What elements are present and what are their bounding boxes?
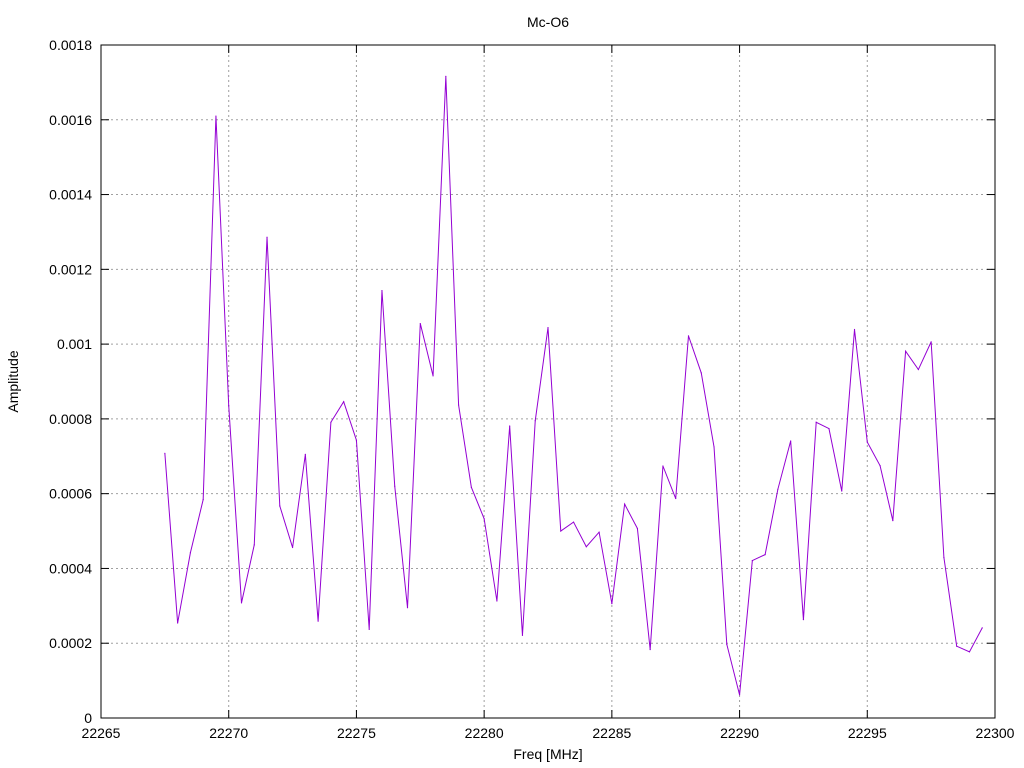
data-point: [636, 527, 639, 530]
chart-title: Mc-O6: [527, 14, 569, 30]
data-point: [304, 453, 306, 456]
data-point: [368, 628, 370, 630]
x-tick-label: 22265: [82, 725, 121, 741]
data-point: [521, 634, 524, 636]
data-point: [815, 421, 817, 423]
x-tick-label: 22290: [720, 725, 759, 741]
data-point: [968, 651, 971, 653]
x-axis-title: Freq [MHz]: [513, 746, 582, 762]
data-point: [291, 546, 294, 549]
y-tick-label: 0.0008: [49, 411, 92, 427]
data-point: [675, 497, 677, 500]
data-point: [470, 486, 472, 488]
y-tick-label: 0.0012: [49, 261, 92, 277]
data-point: [777, 488, 779, 490]
x-tick-label: 22300: [976, 725, 1015, 741]
data-point: [649, 648, 651, 651]
data-point: [509, 425, 511, 427]
data-point: [764, 554, 766, 556]
x-tick-label: 22270: [209, 725, 248, 741]
line-chart-svg: 22265 22270 22275 22280 22285 22290 22295 22300…: [5, 14, 1015, 762]
y-tick-label: 0.0014: [49, 187, 92, 203]
y-tick-label: 0.0016: [49, 112, 92, 128]
data-point: [483, 518, 485, 520]
data-point: [240, 602, 243, 604]
data-point: [802, 619, 805, 621]
data-point: [560, 530, 562, 532]
data-point: [930, 341, 932, 343]
data-point: [394, 485, 396, 487]
series-layer: [164, 75, 983, 696]
data-point: [355, 439, 358, 441]
data-point: [458, 404, 460, 406]
data-point: [406, 607, 409, 609]
data-point: [317, 620, 319, 622]
data-point: [687, 335, 690, 337]
x-tick-label: 22280: [465, 725, 504, 741]
y-tick-label: 0.001: [57, 336, 92, 352]
y-axis-title: Amplitude: [5, 350, 21, 412]
data-point: [738, 694, 741, 696]
data-point: [547, 327, 549, 329]
chart: 22265 22270 22275 22280 22285 22290 22295 22300…: [0, 0, 1024, 768]
data-point: [202, 499, 204, 501]
data-point: [266, 236, 268, 238]
data-point: [419, 322, 421, 325]
data-point: [343, 401, 345, 403]
data-point: [841, 490, 843, 492]
data-point: [853, 328, 856, 331]
x-tick-label: 22275: [337, 725, 376, 741]
data-point: [892, 519, 894, 522]
data-point: [624, 503, 626, 505]
data-point: [905, 350, 907, 352]
y-tick-label: 0.0006: [49, 486, 92, 502]
data-point: [253, 544, 255, 546]
data-point: [713, 446, 715, 448]
data-point: [381, 290, 383, 292]
data-point: [585, 546, 587, 548]
data-point: [177, 622, 179, 624]
data-point: [611, 602, 613, 605]
y-tick-label: 0: [84, 710, 92, 726]
data-point: [956, 645, 958, 647]
data-point: [790, 440, 792, 442]
data-point: [879, 465, 881, 467]
series-line: [164, 76, 983, 695]
data-point: [866, 441, 868, 443]
data-point: [572, 521, 575, 523]
x-tick-label: 22285: [592, 725, 631, 741]
data-point: [981, 627, 983, 629]
y-tick-label: 0.0004: [49, 560, 92, 576]
data-point: [751, 559, 753, 562]
data-point: [445, 75, 447, 78]
data-point: [189, 552, 191, 554]
data-point: [432, 375, 434, 377]
data-point: [330, 421, 332, 423]
data-point: [215, 115, 217, 117]
data-point: [534, 420, 536, 422]
x-axis-tick-labels: 22265 22270 22275 22280 22285 22290 22295 22300: [82, 725, 1015, 741]
x-tick-label: 22295: [848, 725, 887, 741]
data-point: [164, 452, 166, 454]
data-point: [228, 404, 230, 407]
y-axis-tick-labels: 0 0.0002 0.0004 0.0006 0.0008 0.001 0.0012 0.00…: [49, 37, 92, 726]
data-point: [828, 428, 830, 430]
y-tick-label: 0.0018: [49, 37, 92, 53]
data-point: [700, 372, 702, 374]
data-point: [496, 600, 498, 602]
data-point: [726, 643, 728, 645]
data-point: [598, 531, 600, 533]
data-point: [917, 368, 919, 371]
y-tick-label: 0.0002: [49, 635, 92, 651]
data-point: [943, 557, 945, 559]
data-point: [279, 505, 281, 507]
data-point: [662, 465, 664, 467]
